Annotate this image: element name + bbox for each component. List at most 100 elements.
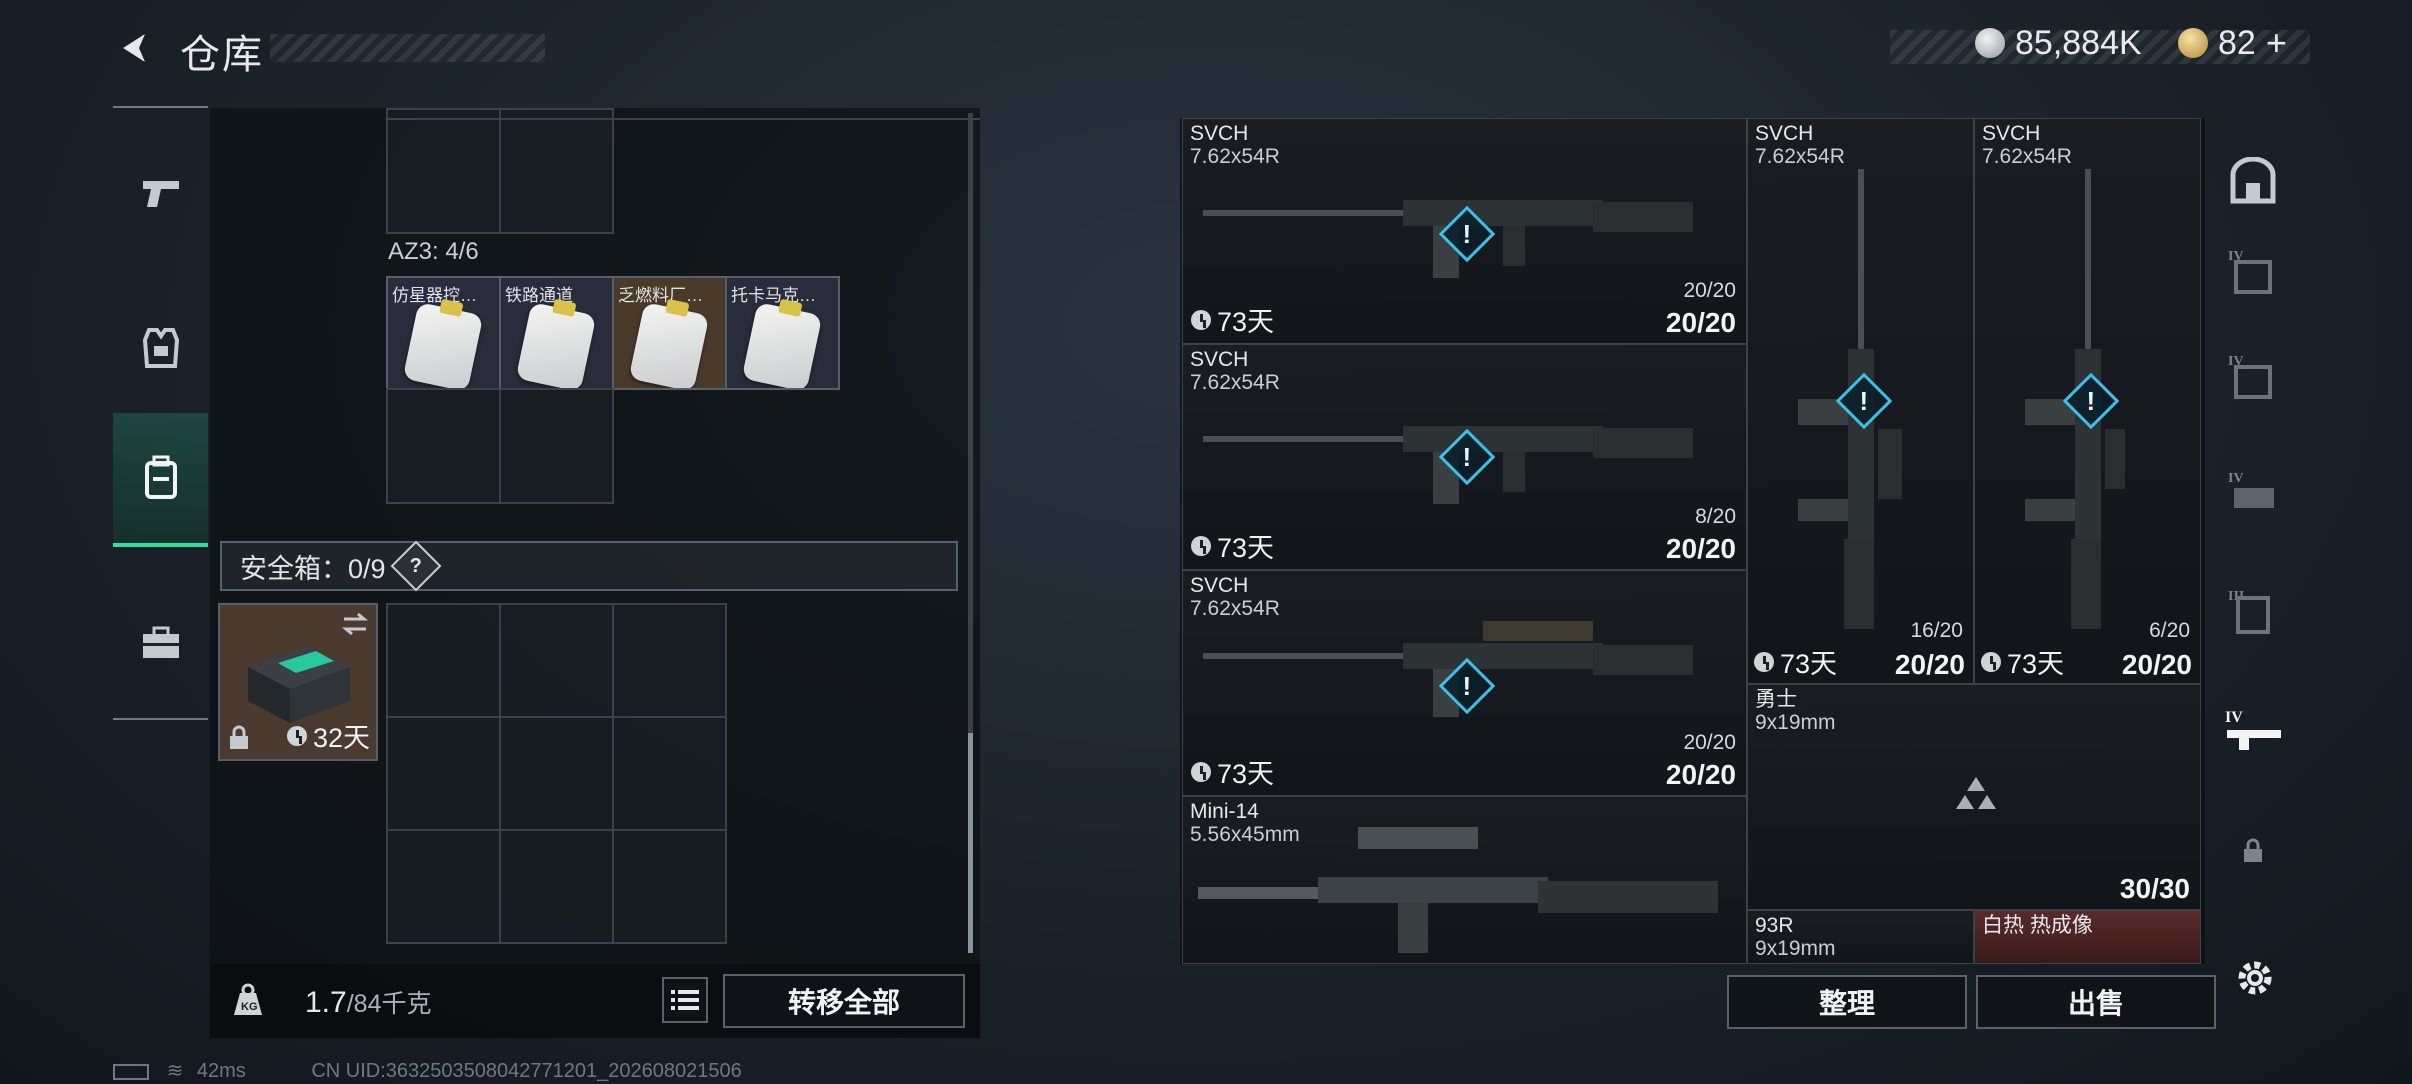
inventory-slot[interactable] (386, 388, 501, 504)
back-button[interactable] (110, 24, 160, 72)
tier4-weapon-icon: IV (2225, 709, 2281, 750)
safebox-slot[interactable] (612, 716, 727, 831)
backpack-icon (144, 455, 177, 499)
mag-ammo: 20/20 (1683, 279, 1736, 302)
inventory-slot[interactable] (499, 108, 614, 234)
lock-icon (2244, 838, 2262, 862)
rifle-icon (1198, 827, 1718, 953)
transfer-all-button[interactable]: 转移全部 (723, 974, 965, 1028)
key-item[interactable]: 乏燃料厂… (612, 276, 727, 390)
filter-tier4-armor-2[interactable]: IV (2213, 321, 2293, 431)
armor-vest-icon (142, 328, 179, 368)
nav-armor[interactable] (113, 283, 208, 413)
expiry-days: 73天 (1217, 759, 1275, 789)
weapon-expiry: 73天 (1191, 752, 1274, 791)
help-button[interactable]: ? (390, 540, 442, 592)
inventory-slot[interactable] (499, 388, 614, 504)
mag-ammo: 16/20 (1910, 619, 1963, 642)
nav-weapon[interactable] (113, 128, 208, 258)
filter-tier3-bag[interactable]: III (2213, 556, 2293, 666)
weapon-name: SVCH (1755, 122, 1814, 145)
ping: 42ms (196, 1060, 246, 1082)
safebox-item[interactable]: 32天 (218, 603, 378, 761)
help-icon: ? (409, 554, 422, 577)
current-weight: 1.7 (305, 986, 347, 1019)
weapon-item[interactable]: SVCH 7.62x54R ! 6/20 73天 20/20 (1974, 118, 2201, 684)
filter-locked[interactable] (2213, 796, 2293, 906)
tier4-armor-icon: IV (2228, 249, 2272, 294)
filter-tier4-weapon[interactable]: IV (2213, 676, 2293, 786)
filter-tier4-armor[interactable]: IV (2213, 216, 2293, 326)
weapon-item[interactable]: SVCH 7.62x54R ! 16/20 73天 20/20 (1747, 118, 1974, 684)
gold-coin-icon (2178, 28, 2208, 58)
battery-icon (113, 1063, 149, 1080)
weapon-ammo: 20/20 (1665, 759, 1736, 790)
settings-button[interactable] (2233, 956, 2277, 1000)
pistol-icon (142, 181, 179, 207)
stash-panel: SVCH 7.62x54R ! 20/20 73天 20/20 SVCH 7.6… (1180, 118, 2205, 964)
mag-ammo: 20/20 (1683, 731, 1736, 754)
filter-tier4-rig[interactable]: IV (2213, 436, 2293, 546)
weapon-item[interactable]: SVCH 7.62x54R ! 8/20 73天 20/20 (1182, 344, 1747, 570)
list-icon (671, 990, 699, 1010)
user-uid: CN UID:3632503508042771201_202608021506 (311, 1060, 742, 1082)
safebox-icon (248, 647, 350, 723)
clock-icon (286, 725, 307, 746)
nav-backpack[interactable] (113, 413, 208, 547)
max-weight: /84千克 (346, 990, 432, 1018)
scope-item[interactable]: 白热 热成像 (1974, 910, 2201, 964)
weapon-item[interactable]: 勇士 9x19mm 30/30 (1747, 684, 2201, 910)
weapon-item[interactable]: 93R 9x19mm (1747, 910, 1974, 964)
safebox-slot[interactable] (612, 829, 727, 944)
list-view-button[interactable] (662, 977, 708, 1023)
safebox-slot[interactable] (499, 603, 614, 718)
weapon-item[interactable]: SVCH 7.62x54R ! 20/20 73天 20/20 (1182, 118, 1747, 344)
weapon-ammo: 20/20 (1665, 307, 1736, 338)
weapon-name: SVCH (1190, 122, 1249, 145)
weapon-caliber: 7.62x54R (1190, 145, 1280, 168)
weapon-ammo: 20/20 (1894, 649, 1965, 680)
svg-text:KG: KG (241, 1001, 258, 1013)
stash-filter-nav: IV IV IV III IV (2213, 116, 2293, 956)
tier4-armor-icon: IV (2228, 354, 2272, 399)
svg-text:IV: IV (2228, 471, 2244, 486)
expiry-days: 73天 (1780, 649, 1838, 679)
safebox-slot[interactable] (612, 603, 727, 718)
key-item[interactable]: 仿星器控… (386, 276, 501, 390)
safebox-slot[interactable] (499, 829, 614, 944)
weapon-caliber: 7.62x54R (1190, 371, 1280, 394)
mag-ammo: 6/20 (2149, 619, 2190, 642)
keycard-icon (741, 301, 823, 388)
gear-icon (2238, 961, 2272, 995)
safebox-slot[interactable] (499, 716, 614, 831)
key-item[interactable]: 托卡马克… (725, 276, 840, 390)
swap-icon (341, 612, 369, 636)
safebox-slot[interactable] (386, 603, 501, 718)
clock-icon (1981, 651, 2001, 672)
sell-button[interactable]: 出售 (1976, 975, 2216, 1029)
inventory-slot[interactable] (386, 108, 501, 234)
weapon-name: SVCH (1982, 122, 2041, 145)
nav-case[interactable] (113, 578, 208, 708)
clock-icon (1191, 761, 1211, 782)
weapon-item[interactable]: Mini-14 5.56x45mm (1182, 796, 1747, 964)
weapon-name: 勇士 (1755, 688, 1797, 711)
gold-currency[interactable]: 82 + (2178, 22, 2287, 64)
safebox-slot[interactable] (386, 829, 501, 944)
weapon-caliber: 7.62x54R (1982, 145, 2072, 168)
all-items-icon (2230, 157, 2276, 204)
weapon-expiry: 73天 (1191, 300, 1274, 339)
weapon-ammo: 20/20 (2121, 649, 2192, 680)
page-title: 仓库 (180, 33, 264, 77)
weapon-item[interactable]: SVCH 7.62x54R ! 20/20 73天 20/20 (1182, 570, 1747, 796)
key-item[interactable]: 铁路通道 (499, 276, 614, 390)
silver-coin-icon (1975, 28, 2005, 58)
weapon-caliber: 9x19mm (1755, 711, 1836, 734)
keycard-icon (515, 301, 597, 388)
add-gold-button[interactable]: + (2266, 22, 2287, 64)
weapon-name: SVCH (1190, 348, 1249, 371)
safebox-slot[interactable] (386, 716, 501, 831)
inventory-scrollbar[interactable] (968, 733, 973, 953)
organize-button[interactable]: 整理 (1727, 975, 1967, 1029)
mag-ammo: 8/20 (1695, 505, 1736, 528)
